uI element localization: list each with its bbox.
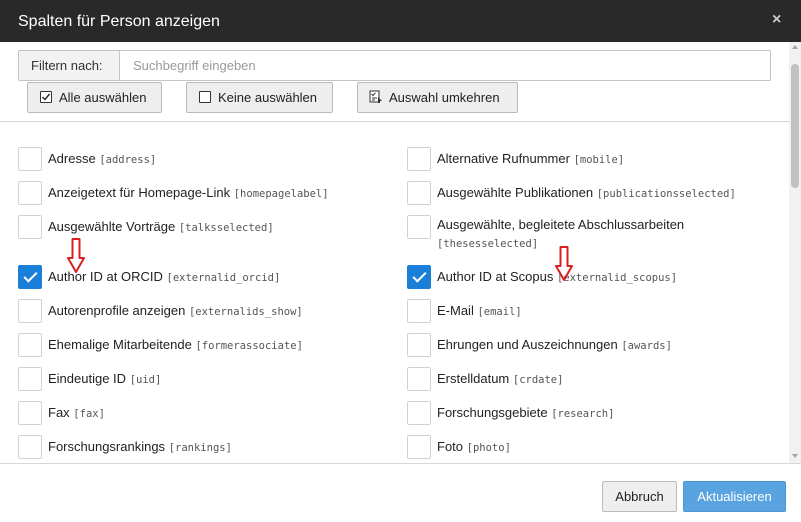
dialog-title: Spalten für Person anzeigen	[18, 13, 220, 30]
select-all-button[interactable]: Alle auswählen	[27, 82, 162, 113]
column-label: Ehemalige Mitarbeitende [formerassociate…	[48, 337, 303, 352]
empty-box-icon	[199, 91, 211, 103]
column-checkbox-checked[interactable]	[18, 265, 42, 289]
dialog-header: Spalten für Person anzeigen ×	[0, 0, 801, 42]
column-checkbox[interactable]	[18, 333, 42, 357]
column-checkbox[interactable]	[18, 181, 42, 205]
column-label: Ausgewählte, begleitete Abschlussarbeite…	[437, 217, 685, 250]
column-label: Foto [photo]	[437, 439, 511, 454]
column-label: Fax [fax]	[48, 405, 105, 420]
scrollbar-thumb[interactable]	[791, 64, 799, 188]
invert-selection-label: Auswahl umkehren	[389, 90, 500, 105]
column-checkbox[interactable]	[407, 401, 431, 425]
column-label: Forschungsgebiete [research]	[437, 405, 615, 420]
scroll-down-icon[interactable]	[792, 454, 798, 458]
column-checkbox[interactable]	[407, 299, 431, 323]
column-label: Forschungsrankings [rankings]	[48, 439, 232, 454]
column-label: Eindeutige ID [uid]	[48, 371, 162, 386]
column-label: Erstelldatum [crdate]	[437, 371, 564, 386]
dialog-footer: Abbruch Aktualisieren	[0, 464, 801, 522]
invert-selection-button[interactable]: Auswahl umkehren	[357, 82, 518, 113]
select-none-label: Keine auswählen	[218, 90, 318, 105]
column-label: E-Mail [email]	[437, 303, 522, 318]
column-checkbox[interactable]	[18, 367, 42, 391]
column-label: Anzeigetext für Homepage-Link [homepagel…	[48, 185, 329, 200]
column-label: Ausgewählte Publikationen [publicationss…	[437, 185, 736, 200]
column-label: Ehrungen und Auszeichnungen [awards]	[437, 337, 672, 352]
column-checkbox[interactable]	[18, 299, 42, 323]
column-checkbox-checked[interactable]	[407, 265, 431, 289]
column-checkbox[interactable]	[18, 147, 42, 171]
scrollbar[interactable]	[789, 42, 801, 464]
down-arrow-icon	[67, 238, 85, 273]
scroll-up-icon[interactable]	[792, 45, 798, 49]
filter-group: Filtern nach:	[18, 50, 771, 81]
checked-box-icon	[40, 91, 52, 103]
filter-search-input[interactable]	[121, 51, 769, 80]
column-label: Adresse [address]	[48, 151, 157, 166]
column-checkbox[interactable]	[407, 435, 431, 459]
close-icon[interactable]: ×	[772, 11, 781, 29]
select-none-button[interactable]: Keine auswählen	[186, 82, 333, 113]
column-list: Adresse [address] Alternative Rufnummer …	[0, 122, 789, 462]
update-button[interactable]: Aktualisieren	[683, 481, 786, 512]
cancel-button[interactable]: Abbruch	[602, 481, 677, 512]
column-checkbox[interactable]	[18, 401, 42, 425]
column-label: Ausgewählte Vorträge [talksselected]	[48, 219, 274, 234]
column-checkbox[interactable]	[18, 435, 42, 459]
column-label: Autorenprofile anzeigen [externalids_sho…	[48, 303, 303, 318]
down-arrow-icon	[555, 246, 573, 281]
select-all-label: Alle auswählen	[59, 90, 147, 105]
column-selection-dialog: Spalten für Person anzeigen × Filtern na…	[0, 0, 801, 522]
column-checkbox[interactable]	[407, 181, 431, 205]
column-checkbox[interactable]	[407, 333, 431, 357]
column-label: Alternative Rufnummer [mobile]	[437, 151, 625, 166]
column-checkbox[interactable]	[18, 215, 42, 239]
column-checkbox[interactable]	[407, 147, 431, 171]
column-checkbox[interactable]	[407, 215, 431, 239]
invert-selection-icon	[369, 90, 382, 103]
filter-label: Filtern nach:	[19, 51, 120, 80]
column-checkbox[interactable]	[407, 367, 431, 391]
